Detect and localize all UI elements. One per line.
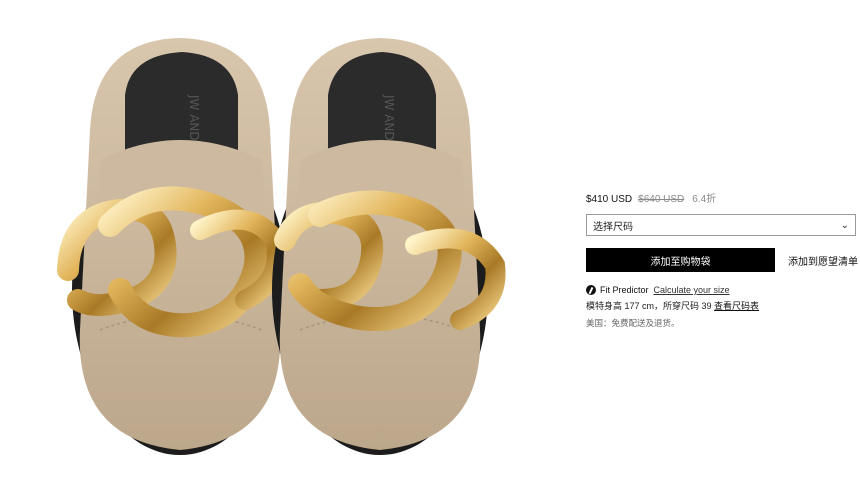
left-shoe: JW ANDERSON <box>57 38 288 455</box>
fit-predictor: Fit Predictor Calculate your size <box>586 284 858 296</box>
discount-badge: 6.4折 <box>692 194 717 205</box>
product-purchase-panel: $410 USD $640 USD 6.4折 选择尺码 ⌄ 添加至购物袋 添加到… <box>586 190 858 329</box>
fit-predictor-icon <box>586 285 596 295</box>
chain-loafer-illustration: JW ANDERSON JW ANDERSON <box>57 38 506 455</box>
size-select-placeholder: 选择尺码 <box>593 221 633 233</box>
right-shoe: JW ANDERSON <box>272 38 506 455</box>
add-to-cart-button[interactable]: 添加至购物袋 <box>586 248 775 272</box>
original-price: $640 USD <box>638 194 685 205</box>
model-info-text: 模特身高 177 cm，所穿尺码 39 <box>586 301 715 311</box>
purchase-actions: 添加至购物袋 添加到愿望清单 <box>586 248 858 272</box>
price-row: $410 USD $640 USD 6.4折 <box>586 190 858 206</box>
model-info: 模特身高 177 cm，所穿尺码 39 查看尺码表 <box>586 299 858 311</box>
calculate-size-link[interactable]: Calculate your size <box>654 285 730 295</box>
fit-predictor-title: Fit Predictor <box>600 285 649 295</box>
product-image: JW ANDERSON JW ANDERSON <box>0 0 560 482</box>
shipping-note: 美国：免费配送及退货。 <box>586 318 680 328</box>
chevron-down-icon: ⌄ <box>840 219 849 231</box>
add-to-wishlist-link[interactable]: 添加到愿望清单 <box>788 253 858 268</box>
current-price: $410 USD <box>586 194 633 205</box>
size-chart-link[interactable]: 查看尺码表 <box>714 301 759 311</box>
size-select[interactable]: 选择尺码 ⌄ <box>586 214 856 236</box>
